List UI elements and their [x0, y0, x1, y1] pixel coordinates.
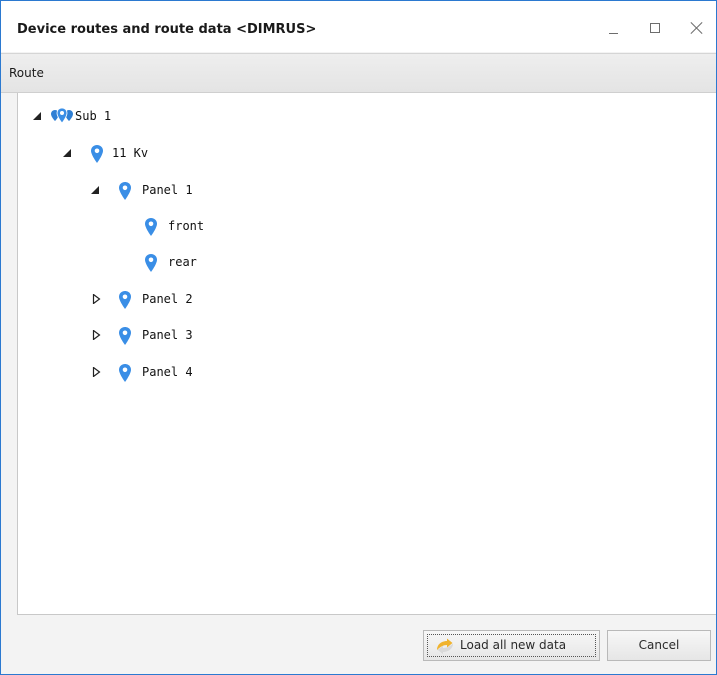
tree-item-label: rear	[168, 255, 197, 269]
window-title: Device routes and route data <DIMRUS>	[17, 22, 317, 37]
cancel-button[interactable]: Cancel	[607, 630, 711, 661]
tree-item-panel-3[interactable]: Panel 3	[18, 326, 698, 346]
close-button[interactable]	[681, 15, 711, 43]
collapsed-arrow-icon[interactable]	[92, 367, 102, 377]
multi-location-pin-icon	[50, 106, 74, 130]
location-pin-icon	[118, 290, 132, 314]
route-column-label: Route	[9, 66, 44, 80]
tree-item-label: Panel 4	[142, 365, 193, 379]
tree-item-label: Panel 3	[142, 328, 193, 342]
tree-item-label: Panel 1	[142, 183, 193, 197]
collapsed-arrow-icon[interactable]	[92, 294, 102, 304]
maximize-icon	[650, 23, 660, 33]
tree-item-rear[interactable]: rear	[18, 253, 698, 273]
dialog-window: Device routes and route data <DIMRUS> Ro…	[0, 0, 717, 675]
route-tree[interactable]: Sub 1 11 Kv Panel 1 front rear Panel 2 P…	[17, 93, 716, 615]
expanded-arrow-icon[interactable]	[33, 111, 43, 121]
tree-item-panel-4[interactable]: Panel 4	[18, 363, 698, 383]
load-all-new-data-label: Load all new data	[460, 638, 567, 652]
location-pin-icon	[144, 253, 158, 277]
title-bar[interactable]: Device routes and route data <DIMRUS>	[1, 1, 716, 52]
tree-item-label: 11 Kv	[112, 146, 149, 160]
tree-item-11-kv[interactable]: 11 Kv	[18, 144, 698, 164]
location-pin-icon	[118, 326, 132, 350]
refresh-icon	[434, 638, 456, 657]
minimize-button[interactable]	[598, 15, 628, 43]
maximize-button[interactable]	[641, 15, 671, 43]
tree-item-label: Panel 2	[142, 292, 193, 306]
tree-item-sub-1[interactable]: Sub 1	[18, 107, 698, 127]
location-pin-icon	[144, 217, 158, 241]
expanded-arrow-icon[interactable]	[91, 185, 101, 195]
tree-item-label: Sub 1	[75, 109, 112, 123]
location-pin-icon	[118, 181, 132, 205]
tree-item-panel-1[interactable]: Panel 1	[18, 181, 698, 201]
load-all-new-data-button[interactable]: Load all new data	[423, 630, 600, 661]
collapsed-arrow-icon[interactable]	[92, 330, 102, 340]
expanded-arrow-icon[interactable]	[63, 148, 73, 158]
location-pin-icon	[90, 144, 104, 168]
close-icon	[689, 21, 703, 35]
cancel-label: Cancel	[638, 638, 680, 652]
route-column-header[interactable]: Route	[1, 53, 716, 93]
tree-item-label: front	[168, 219, 205, 233]
tree-item-panel-2[interactable]: Panel 2	[18, 290, 698, 310]
tree-item-front[interactable]: front	[18, 217, 698, 237]
location-pin-icon	[118, 363, 132, 387]
minimize-icon	[609, 33, 618, 34]
